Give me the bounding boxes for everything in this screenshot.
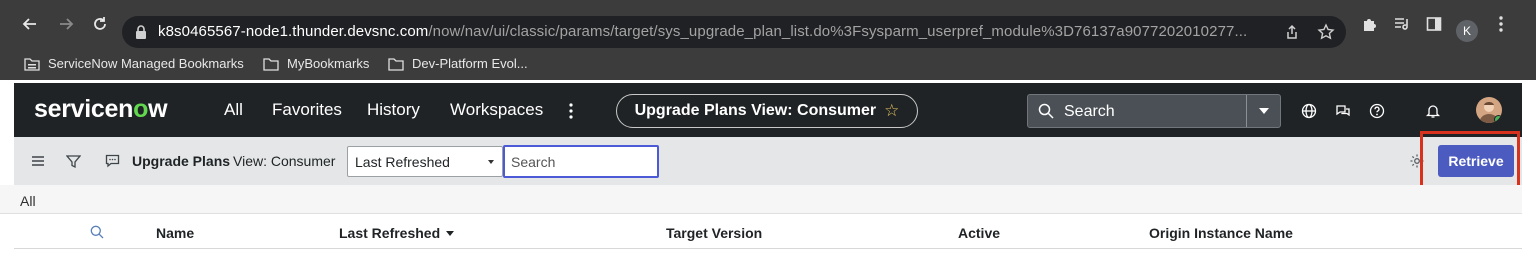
- extensions-puzzle-icon[interactable]: [1360, 14, 1380, 34]
- servicenow-header: servicenow All Favorites History Workspa…: [14, 83, 1522, 137]
- search-scope-dropdown[interactable]: [1246, 95, 1280, 127]
- share-icon[interactable]: [1282, 22, 1302, 42]
- help-icon[interactable]: [1368, 102, 1386, 120]
- forward-arrow-icon[interactable]: [54, 12, 78, 36]
- address-bar[interactable]: k8s0465567-node1.thunder.devsnc.com/now/…: [122, 16, 1346, 48]
- filter-funnel-icon[interactable]: [65, 153, 81, 169]
- search-icon: [1038, 103, 1054, 119]
- bookmark-managed[interactable]: ServiceNow Managed Bookmarks: [24, 56, 244, 71]
- activity-stream-icon[interactable]: [104, 153, 120, 169]
- global-search-input[interactable]: Search: [1027, 94, 1281, 128]
- side-panel-icon[interactable]: [1424, 14, 1444, 34]
- select-caret-icon: [488, 160, 494, 164]
- menu-kebab-icon[interactable]: [1491, 14, 1511, 34]
- bookmark-star-icon[interactable]: [1316, 22, 1336, 42]
- bookmarks-bar: ServiceNow Managed Bookmarks MyBookmarks…: [0, 48, 1536, 80]
- column-target-version[interactable]: Target Version: [666, 225, 762, 241]
- favorite-star-icon[interactable]: ☆: [884, 101, 899, 121]
- list-toolbar: Upgrade Plans View: Consumer Last Refres…: [14, 137, 1522, 185]
- nav-history[interactable]: History: [367, 100, 420, 120]
- hamburger-menu-icon[interactable]: [30, 153, 46, 169]
- breadcrumb: All: [0, 185, 1522, 214]
- user-avatar[interactable]: [1476, 97, 1502, 123]
- column-last-refreshed[interactable]: Last Refreshed: [339, 225, 455, 241]
- more-menu-icon[interactable]: [568, 102, 574, 120]
- column-header-row: Name Last Refreshed Target Version Activ…: [14, 214, 1522, 249]
- lock-icon: [136, 25, 146, 39]
- nav-favorites[interactable]: Favorites: [272, 100, 342, 120]
- column-origin-instance-name[interactable]: Origin Instance Name: [1149, 225, 1293, 241]
- context-title: Upgrade Plans View: Consumer: [634, 102, 877, 119]
- notifications-bell-icon[interactable]: [1424, 102, 1442, 120]
- breadcrumb-all[interactable]: All: [20, 193, 36, 209]
- chevron-down-icon: [1258, 108, 1269, 114]
- bookmark-mybookmarks[interactable]: MyBookmarks: [263, 56, 369, 71]
- url-text: k8s0465567-node1.thunder.devsnc.com/now/…: [158, 23, 1248, 40]
- context-title-pill[interactable]: Upgrade Plans View: Consumer ☆: [616, 94, 918, 128]
- profile-avatar[interactable]: K: [1456, 20, 1478, 42]
- presence-indicator: [1494, 115, 1502, 123]
- column-active[interactable]: Active: [958, 225, 1000, 241]
- column-name[interactable]: Name: [156, 225, 194, 241]
- search-field-select[interactable]: Last Refreshed: [347, 146, 503, 177]
- managed-folder-icon: [24, 57, 40, 71]
- chat-icon[interactable]: [1334, 102, 1352, 120]
- folder-icon: [388, 57, 404, 71]
- reload-icon[interactable]: [88, 12, 112, 36]
- nav-workspaces[interactable]: Workspaces: [450, 100, 543, 120]
- back-arrow-icon[interactable]: [18, 12, 42, 36]
- view-label: View: Consumer: [233, 153, 336, 169]
- browser-toolbar: k8s0465567-node1.thunder.devsnc.com/now/…: [0, 0, 1536, 48]
- list-title[interactable]: Upgrade Plans: [132, 153, 230, 169]
- folder-icon: [263, 57, 279, 71]
- globe-icon[interactable]: [1300, 102, 1318, 120]
- column-search-icon[interactable]: [90, 225, 104, 239]
- reading-list-icon[interactable]: [1392, 14, 1412, 34]
- list-search-input[interactable]: Search: [503, 145, 659, 178]
- servicenow-logo[interactable]: servicenow: [34, 95, 168, 124]
- nav-all[interactable]: All: [224, 100, 243, 120]
- sort-descending-icon: [446, 231, 455, 236]
- bookmark-dev-platform[interactable]: Dev-Platform Evol...: [388, 56, 528, 71]
- highlight-annotation: [1420, 131, 1520, 193]
